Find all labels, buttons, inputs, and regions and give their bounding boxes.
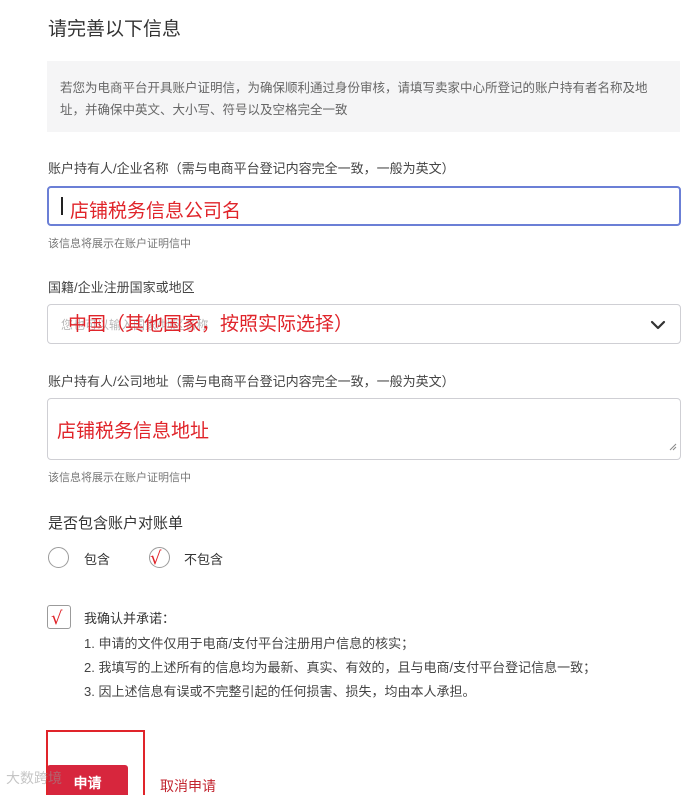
chevron-down-icon[interactable] [650, 318, 666, 336]
radio-include-label[interactable]: 包含 [84, 549, 110, 568]
holder-name-label: 账户持有人/企业名称（需与电商平台登记内容完全一致，一般为英文） [48, 161, 455, 176]
address-label: 账户持有人/公司地址（需与电商平台登记内容完全一致，一般为英文） [48, 374, 455, 389]
page-title: 请完善以下信息 [48, 19, 182, 40]
resize-handle-icon[interactable] [668, 438, 677, 456]
cancel-link[interactable]: 取消申请 [160, 776, 216, 795]
commitment-line: 2. 我填写的上述所有的信息均为最新、真实、有效的，且与电商/支付平台登记信息一… [84, 660, 597, 675]
address-helper: 该信息将展示在账户证明信中 [48, 472, 191, 484]
radio-exclude-mark: √ [150, 548, 162, 569]
radio-exclude-label[interactable]: 不包含 [184, 549, 223, 568]
commitment-heading: 我确认并承诺： [84, 611, 176, 626]
commitment-line: 1. 申请的文件仅用于电商/支付平台注册用户信息的核实； [84, 636, 415, 651]
confirm-checkbox-mark: √ [51, 608, 63, 629]
country-annotation: 中国（其他国家，按照实际选择） [68, 313, 354, 335]
holder-name-annotation: 店铺税务信息公司名 [70, 200, 242, 222]
address-annotation: 店铺税务信息地址 [57, 420, 210, 442]
commitment-line: 3. 因上述信息有误或不完整引起的任何损害、损失，均由本人承担。 [84, 684, 476, 699]
text-caret [61, 197, 63, 215]
holder-name-helper: 该信息将展示在账户证明信中 [48, 238, 191, 250]
watermark: 大数跨境 [6, 770, 62, 786]
info-notice: 若您为电商平台开具账户证明信，为确保顺利通过身份审核，请填写卖家中心所登记的账户… [47, 61, 680, 132]
radio-include[interactable] [48, 547, 69, 568]
country-label: 国籍/企业注册国家或地区 [48, 280, 195, 295]
statement-title: 是否包含账户对账单 [48, 515, 184, 532]
